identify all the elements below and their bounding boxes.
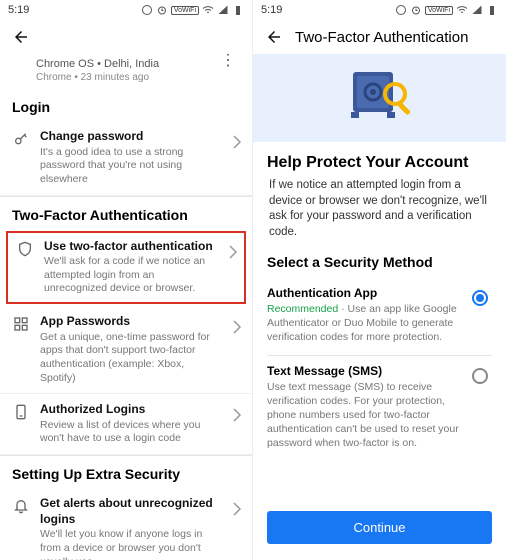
chevron-right-icon [232,129,242,154]
status-icons: VoWiFi [395,4,498,16]
method-sub: Use text message (SMS) to receive verifi… [267,380,464,451]
protect-heading: Help Protect Your Account [267,154,492,172]
topbar-right: Two-Factor Authentication [253,20,506,54]
item-title: Use two-factor authentication [44,239,218,255]
item-app-passwords[interactable]: App Passwords Get a unique, one-time pas… [0,306,252,394]
protect-intro: If we notice an attempted login from a d… [267,178,492,240]
phone-icon [12,402,30,420]
select-method-heading: Select a Security Method [267,254,492,270]
shield-icon [16,239,34,257]
previous-session-row[interactable]: Chrome OS • Delhi, India Chrome • 23 min… [0,54,252,89]
method-title: Text Message (SMS) [267,364,464,378]
whatsapp-icon [395,4,407,16]
chevron-right-icon [232,496,242,521]
hero-illustration [253,54,506,142]
back-icon[interactable] [12,28,30,46]
topbar-left [0,20,252,54]
section-login: Login [0,89,252,121]
screen-security-settings: 5:19 VoWiFi Chrome OS • Delhi, India Chr… [0,0,253,560]
recommended-badge: Recommended [267,303,338,315]
item-title: Get alerts about unrecognized logins [40,496,222,527]
item-sub: Get a unique, one-time password for apps… [40,331,222,386]
vowifi-badge: VoWiFi [171,6,199,15]
wifi-icon [202,4,214,16]
item-sub: Review a list of devices where you won't… [40,419,222,446]
item-use-tfa[interactable]: Use two-factor authentication We'll ask … [6,231,246,305]
more-icon[interactable]: ⋮ [220,58,240,64]
continue-button[interactable]: Continue [267,511,492,544]
battery-icon [486,4,498,16]
key-icon [12,129,30,147]
item-title: App Passwords [40,314,222,330]
method-title: Authentication App [267,286,464,300]
item-sub: It's a good idea to use a strong passwor… [40,146,222,187]
prev-title: Chrome OS • Delhi, India [36,58,159,70]
status-time: 5:19 [261,4,282,16]
back-icon[interactable] [265,28,283,46]
signal-icon [471,4,483,16]
item-title: Authorized Logins [40,402,222,418]
battery-icon [232,4,244,16]
item-title: Change password [40,129,222,145]
item-sub: We'll let you know if anyone logs in fro… [40,528,222,560]
bell-icon [12,496,30,514]
method-sms[interactable]: Text Message (SMS) Use text message (SMS… [267,356,492,461]
item-sub: We'll ask for a code if we notice an att… [44,255,218,296]
status-bar: 5:19 VoWiFi [253,0,506,20]
vowifi-badge: VoWiFi [425,6,453,15]
item-alerts[interactable]: Get alerts about unrecognized logins We'… [0,488,252,560]
right-content: Help Protect Your Account If we notice a… [253,142,506,460]
page-title: Two-Factor Authentication [295,29,468,46]
prev-meta: Chrome • 23 minutes ago [36,72,159,83]
method-sub: Recommended · Use an app like Google Aut… [267,302,464,345]
radio-selected[interactable] [472,290,488,306]
item-change-password[interactable]: Change password It's a good idea to use … [0,121,252,196]
wifi-icon [456,4,468,16]
status-icons: VoWiFi [141,4,244,16]
grid-icon [12,314,30,332]
method-auth-app[interactable]: Authentication App Recommended · Use an … [267,278,492,356]
chevron-right-icon [232,402,242,427]
chevron-right-icon [232,314,242,339]
safe-icon [345,68,415,124]
item-authorized-logins[interactable]: Authorized Logins Review a list of devic… [0,394,252,455]
status-bar: 5:19 VoWiFi [0,0,252,20]
radio-unselected[interactable] [472,368,488,384]
chevron-right-icon [228,239,238,264]
alarm-icon [156,4,168,16]
screen-tfa-setup: 5:19 VoWiFi Two-Factor Authentication He… [253,0,506,560]
status-time: 5:19 [8,4,29,16]
section-tfa: Two-Factor Authentication [0,196,252,229]
alarm-icon [410,4,422,16]
section-extra: Setting Up Extra Security [0,455,252,488]
whatsapp-icon [141,4,153,16]
settings-list: Chrome OS • Delhi, India Chrome • 23 min… [0,54,252,560]
signal-icon [217,4,229,16]
